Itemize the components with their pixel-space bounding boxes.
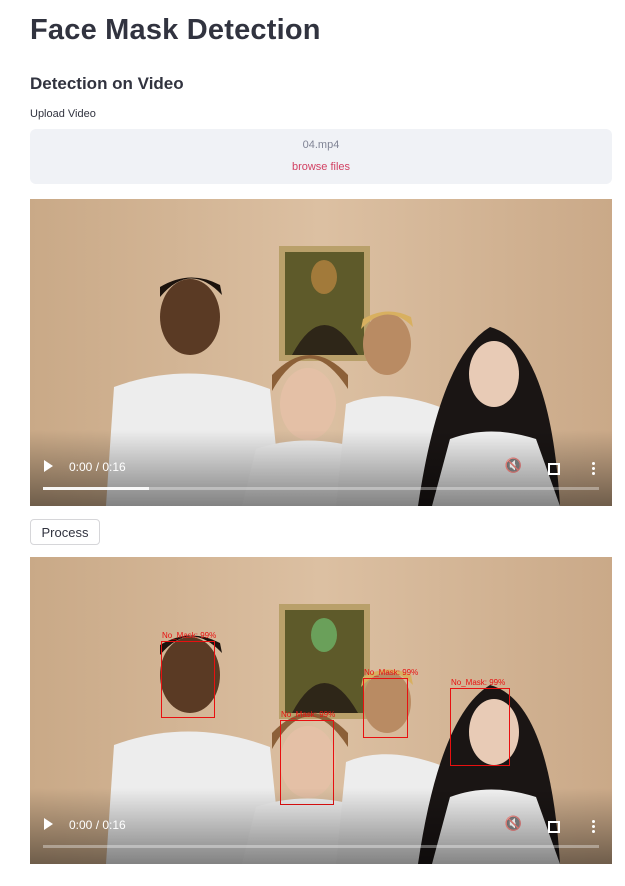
fullscreen-icon[interactable] [548,463,560,475]
volume-icon[interactable]: 🔇 [505,457,522,474]
video-controls: 0:00 / 0:16 🔇 [30,788,612,864]
video-progress-bar[interactable] [43,487,599,490]
fullscreen-icon[interactable] [548,821,560,833]
detection-label: No_Mask: 99% [364,668,419,677]
detection-box: No_Mask: 99% [363,668,418,738]
play-icon[interactable] [44,460,53,472]
video-time: 0:00 / 0:16 [69,818,126,832]
detection-label: No_Mask: 99% [451,678,506,687]
upload-label: Upload Video [30,108,96,120]
more-options-icon[interactable] [592,462,595,475]
process-button[interactable]: Process [30,519,100,545]
input-video-player[interactable]: 0:00 / 0:16 🔇 [30,199,612,506]
file-uploader-dropzone[interactable]: 04.mp4 browse files [30,129,612,184]
video-controls: 0:00 / 0:16 🔇 [30,430,612,506]
browse-files-link[interactable]: browse files [30,161,612,173]
page-title: Face Mask Detection [30,14,321,46]
detection-box: No_Mask: 99% [450,678,510,766]
video-time: 0:00 / 0:16 [69,460,126,474]
volume-icon[interactable]: 🔇 [505,815,522,832]
uploaded-file-name: 04.mp4 [302,139,340,151]
play-icon[interactable] [44,818,53,830]
detection-box: No_Mask: 99% [161,631,216,718]
video-progress-played [43,487,149,490]
detection-label: No_Mask: 99% [281,710,336,719]
more-options-icon[interactable] [592,820,595,833]
output-video-player[interactable]: No_Mask: 99% No_Mask: 99% No_Mask: 99% N… [30,557,612,864]
detection-label: No_Mask: 99% [162,631,217,640]
video-progress-bar[interactable] [43,845,599,848]
section-title: Detection on Video [30,74,184,93]
